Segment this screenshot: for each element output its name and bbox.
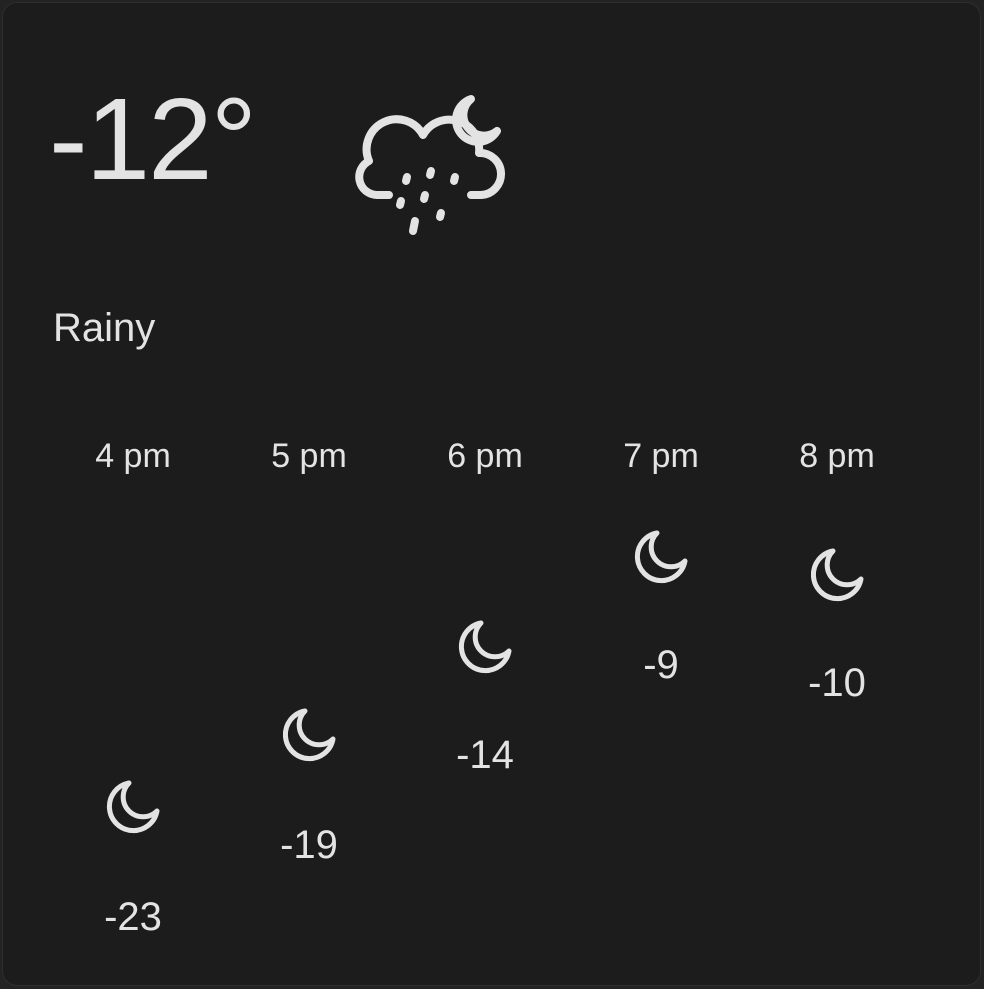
moon-icon [453, 615, 517, 679]
moon-icon [101, 775, 165, 839]
current-temperature: -12° [49, 74, 257, 204]
hour-temperature: -14 [456, 733, 514, 777]
hour-item: 8 pm -10 [749, 433, 925, 953]
moon-icon [805, 543, 869, 607]
hour-item: 4 pm -23 [45, 433, 221, 953]
hour-temperature: -10 [808, 661, 866, 705]
hour-temperature: -19 [280, 823, 338, 867]
hour-time: 4 pm [95, 437, 171, 475]
condition-text: Rainy [53, 306, 156, 350]
hour-temperature: -23 [104, 895, 162, 939]
moon-icon [277, 703, 341, 767]
hour-item: 5 pm -19 [221, 433, 397, 953]
hour-time: 7 pm [623, 437, 699, 475]
hour-temperature: -9 [643, 643, 679, 687]
hour-time: 5 pm [271, 437, 347, 475]
hourly-forecast: 4 pm -23 5 pm -19 6 pm -14 7 pm -9 8 pm … [45, 433, 925, 953]
weather-card[interactable]: -12° Rainy 4 pm -23 5 pm -19 6 pm -14 7 … [3, 3, 980, 985]
hour-item: 6 pm -14 [397, 433, 573, 953]
moon-icon [629, 525, 693, 589]
hour-time: 8 pm [799, 437, 875, 475]
rain-night-icon [349, 89, 509, 249]
hour-item: 7 pm -9 [573, 433, 749, 953]
hour-time: 6 pm [447, 437, 523, 475]
